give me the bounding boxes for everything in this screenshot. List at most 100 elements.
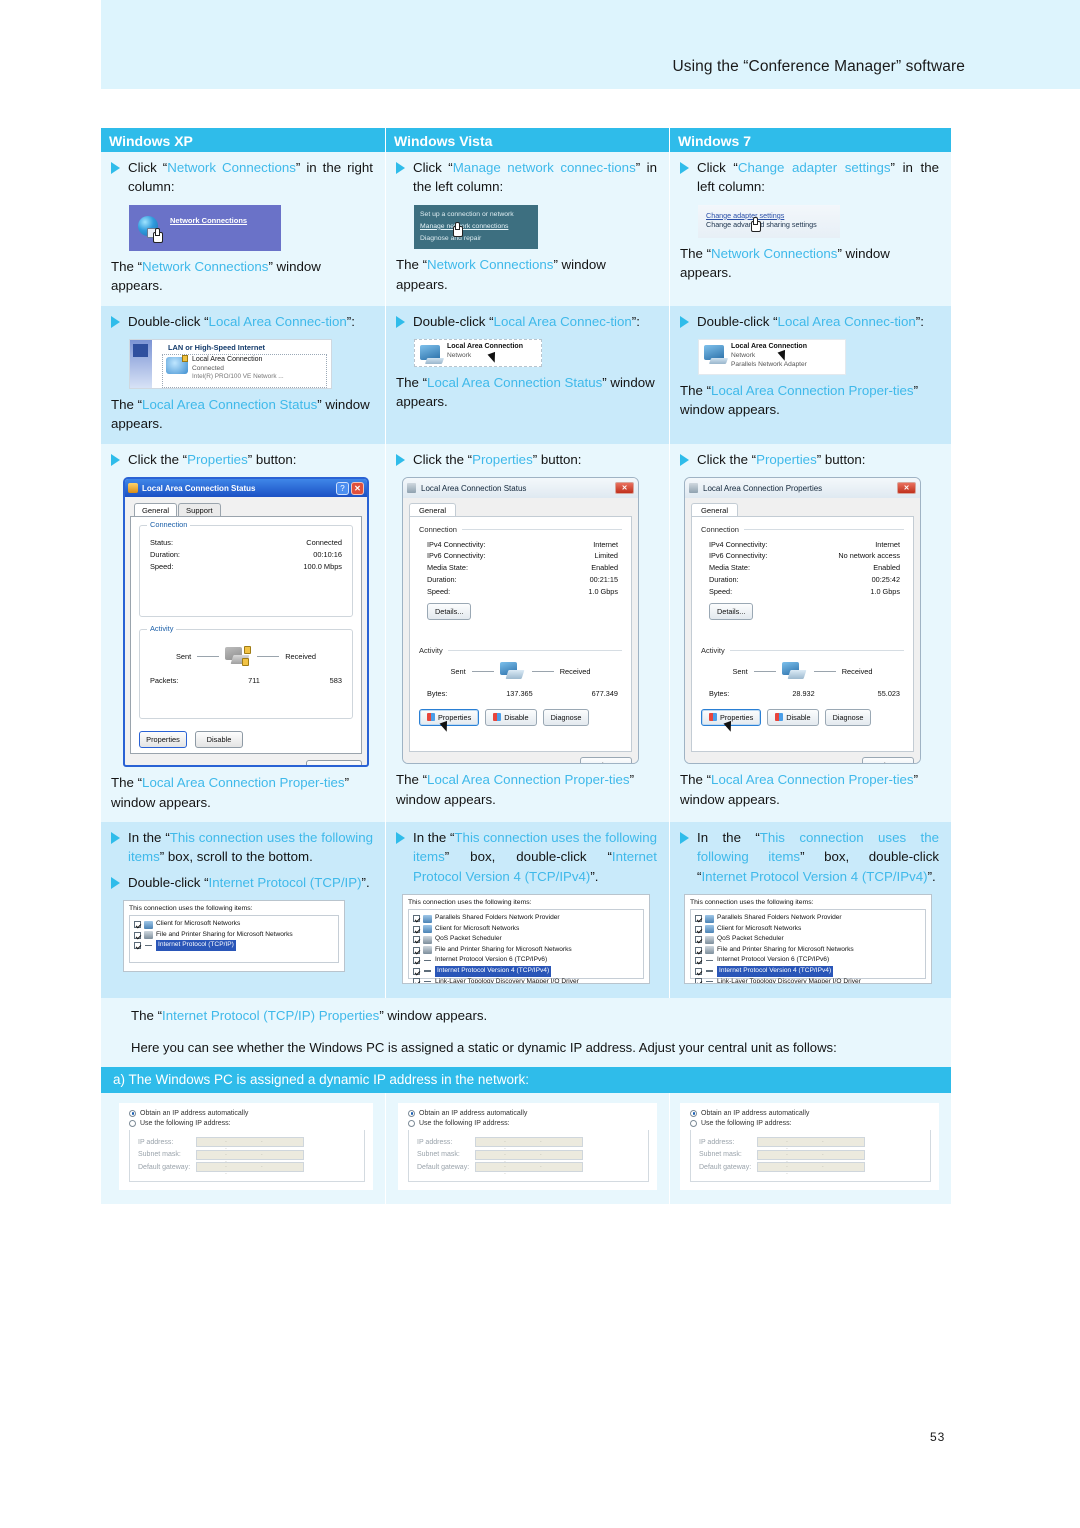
disable-button[interactable]: Disable xyxy=(767,708,819,726)
list-item[interactable]: File and Printer Sharing for Microsoft N… xyxy=(695,945,921,956)
checkbox-icon[interactable] xyxy=(413,978,420,984)
checkbox-icon[interactable] xyxy=(695,946,702,954)
checkbox-icon[interactable] xyxy=(413,925,420,933)
result-pre: The “ xyxy=(680,772,712,788)
details-button[interactable]: Details... xyxy=(709,603,754,621)
close-button[interactable]: Close xyxy=(862,757,914,764)
radio-use-following[interactable]: Use the following IP address: xyxy=(129,1119,365,1127)
checkbox-icon[interactable] xyxy=(413,957,420,965)
tab-support[interactable]: Support xyxy=(178,503,221,518)
tab-general[interactable]: General xyxy=(691,503,739,518)
radio-use-following[interactable]: Use the following IP address: xyxy=(408,1119,649,1127)
radio-icon[interactable] xyxy=(129,1109,136,1117)
radio-icon[interactable] xyxy=(129,1119,136,1127)
bytes-received: 55.023 xyxy=(877,688,900,698)
list-item[interactable]: Internet Protocol Version 6 (TCP/IPv6) xyxy=(695,955,921,966)
radio-icon[interactable] xyxy=(408,1119,415,1127)
checkbox-icon[interactable] xyxy=(413,915,420,923)
diagnose-button[interactable]: Diagnose xyxy=(542,708,590,726)
subnet-mask-input[interactable] xyxy=(475,1149,583,1164)
list-item[interactable]: Link-Layer Topology Discovery Mapper I/O… xyxy=(695,977,921,984)
checkbox-icon[interactable] xyxy=(695,967,702,975)
list-item[interactable]: Parallels Shared Folders Network Provide… xyxy=(695,913,921,924)
menu-item-setup-connection[interactable]: Set up a connection or network xyxy=(420,209,532,221)
menu-item-diagnose-repair[interactable]: Diagnose and repair xyxy=(420,233,532,245)
list-item[interactable]: File and Printer Sharing for Microsoft N… xyxy=(134,930,334,941)
checkbox-icon[interactable] xyxy=(695,915,702,923)
properties-label: Properties xyxy=(438,712,472,722)
lan-item-status: Network xyxy=(447,352,472,360)
checkbox-icon[interactable] xyxy=(134,921,141,929)
checkbox-icon[interactable] xyxy=(413,946,420,954)
ip-address-input[interactable] xyxy=(475,1137,583,1151)
cell-r3-win7: Click the “Properties” button: Local Are… xyxy=(670,443,951,823)
list-item[interactable]: Client for Microsoft Networks xyxy=(413,924,639,935)
listbox-items[interactable]: Client for Microsoft Networks File and P… xyxy=(129,915,339,964)
group-connection-text: Connection xyxy=(419,525,457,535)
list-item[interactable]: Link-Layer Topology Discovery Mapper I/O… xyxy=(413,977,639,984)
properties-button[interactable]: Properties xyxy=(419,708,480,726)
checkbox-icon[interactable] xyxy=(134,942,141,950)
disable-button[interactable]: Disable xyxy=(195,731,243,749)
list-item[interactable]: Internet Protocol Version 6 (TCP/IPv6) xyxy=(413,955,639,966)
details-button[interactable]: Details... xyxy=(427,603,472,621)
checkbox-icon[interactable] xyxy=(413,936,420,944)
disable-button[interactable]: Disable xyxy=(485,708,537,726)
close-icon[interactable]: ✕ xyxy=(351,481,364,495)
default-gateway-input[interactable] xyxy=(196,1162,304,1176)
properties-button[interactable]: Properties xyxy=(139,731,187,749)
list-item[interactable]: QoS Packet Scheduler xyxy=(413,934,639,945)
list-item[interactable]: Client for Microsoft Networks xyxy=(695,924,921,935)
tab-general[interactable]: General xyxy=(134,503,178,518)
list-item[interactable]: Parallels Shared Folders Network Provide… xyxy=(413,913,639,924)
subnet-mask-input[interactable] xyxy=(757,1149,865,1164)
tab-general[interactable]: General xyxy=(409,503,457,518)
list-item[interactable]: Internet Protocol Version 4 (TCP/IPv4) xyxy=(413,966,639,977)
group-connection-label: Connection xyxy=(701,525,904,534)
listbox-items[interactable]: Parallels Shared Folders Network Provide… xyxy=(408,909,644,984)
list-item[interactable]: QoS Packet Scheduler xyxy=(695,934,921,945)
list-item[interactable]: Internet Protocol Version 4 (TCP/IPv4) xyxy=(695,966,921,977)
radio-icon[interactable] xyxy=(690,1109,697,1117)
checkbox-icon[interactable] xyxy=(695,957,702,965)
checkbox-icon[interactable] xyxy=(695,936,702,944)
row-value: Internet xyxy=(593,539,618,549)
close-icon[interactable]: ✕ xyxy=(897,482,916,495)
link-change-advanced-sharing[interactable]: Change advanced sharing settings xyxy=(706,220,832,231)
menu-item-manage-network-connections[interactable]: Manage network connections xyxy=(420,221,532,233)
dialog-action-buttons: Properties Disable xyxy=(139,731,353,749)
lan-item-name[interactable]: Local Area Connection xyxy=(192,356,262,363)
radio-use-following[interactable]: Use the following IP address: xyxy=(690,1119,931,1127)
radio-obtain-automatic[interactable]: Obtain an IP address automatically xyxy=(408,1109,649,1117)
radio-icon[interactable] xyxy=(408,1109,415,1117)
ip-address-input[interactable] xyxy=(757,1137,865,1151)
ip-address-input[interactable] xyxy=(196,1137,304,1151)
link-change-adapter-settings[interactable]: Change adapter settings xyxy=(706,211,832,220)
diagnose-button[interactable]: Diagnose xyxy=(824,708,872,726)
close-icon[interactable]: ✕ xyxy=(615,482,634,495)
radio-obtain-automatic[interactable]: Obtain an IP address automatically xyxy=(129,1109,365,1117)
checkbox-icon[interactable] xyxy=(695,978,702,984)
help-button[interactable]: ? xyxy=(336,481,349,495)
divider xyxy=(729,650,904,652)
network-connections-link[interactable]: Network Connections xyxy=(170,216,247,225)
bullet-triangle-icon xyxy=(111,162,120,174)
list-item[interactable]: Client for Microsoft Networks xyxy=(134,919,334,930)
close-button[interactable]: Close xyxy=(580,757,632,764)
checkbox-icon[interactable] xyxy=(134,931,141,939)
listbox-items[interactable]: Parallels Shared Folders Network Provide… xyxy=(690,909,926,984)
lan-item-name[interactable]: Local Area Connection xyxy=(731,343,807,350)
lan-item-name[interactable]: Local Area Connection xyxy=(447,343,523,350)
list-item[interactable]: Internet Protocol (TCP/IP) xyxy=(134,940,334,951)
subnet-mask-input[interactable] xyxy=(196,1149,304,1164)
running-header-title: Using the “Conference Manager” software xyxy=(672,58,965,75)
group-connection-text: Connection xyxy=(701,525,739,535)
radio-obtain-automatic[interactable]: Obtain an IP address automatically xyxy=(690,1109,931,1117)
default-gateway-input[interactable] xyxy=(757,1162,865,1176)
list-item[interactable]: File and Printer Sharing for Microsoft N… xyxy=(413,945,639,956)
checkbox-icon[interactable] xyxy=(413,967,420,975)
default-gateway-input[interactable] xyxy=(475,1162,583,1176)
radio-icon[interactable] xyxy=(690,1119,697,1127)
close-button[interactable]: Close xyxy=(306,760,362,766)
checkbox-icon[interactable] xyxy=(695,925,702,933)
